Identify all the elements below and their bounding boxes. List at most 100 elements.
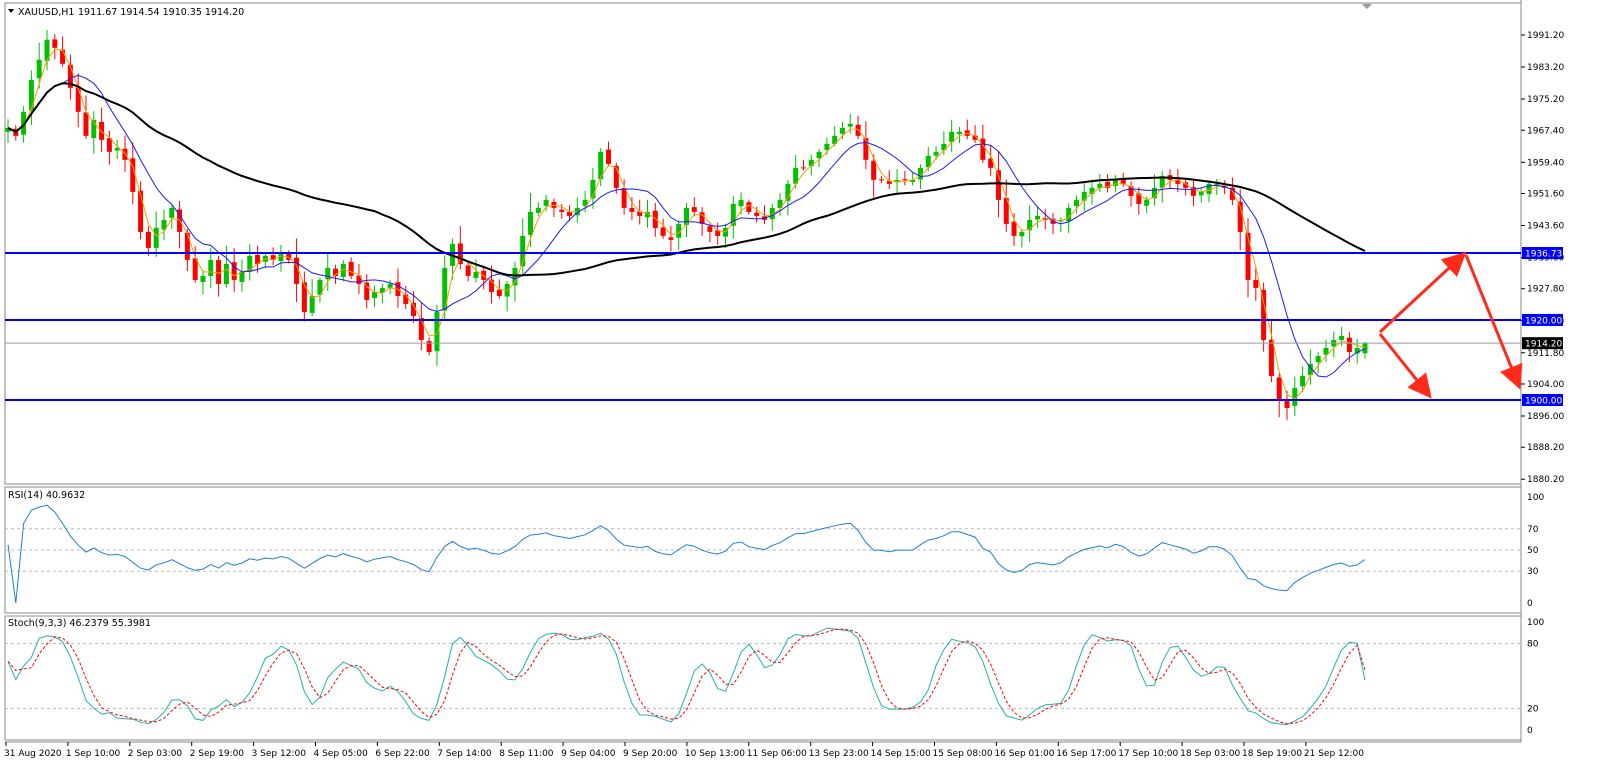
candle-body <box>668 237 674 240</box>
candle-body <box>824 143 830 150</box>
time-tick-label: 2 Sep 19:00 <box>190 749 245 759</box>
candle-body <box>418 317 424 340</box>
candle-body <box>956 131 962 135</box>
time-tick-label: 18 Sep 03:00 <box>1180 749 1240 759</box>
candle-body <box>800 167 806 169</box>
stoch-label: Stoch(9,3,3) 46.2379 55.3981 <box>8 618 151 629</box>
candle-body <box>652 210 658 228</box>
candle-body <box>528 211 534 235</box>
rsi-tick-label: 100 <box>1527 493 1544 503</box>
candle-body <box>535 207 541 213</box>
candle-body <box>1315 355 1321 363</box>
candle-body <box>1339 335 1345 341</box>
time-tick-label: 31 Aug 2020 <box>4 749 62 759</box>
price-tick-label: 1983.20 <box>1527 63 1564 73</box>
candle-body <box>559 209 565 212</box>
candle-body <box>75 87 81 112</box>
price-tick-label: 1959.40 <box>1527 158 1564 168</box>
time-tick-label: 9 Sep 20:00 <box>623 749 678 759</box>
time-tick-label: 15 Sep 08:00 <box>933 749 993 759</box>
candle-body <box>746 202 752 212</box>
candle-body <box>1300 375 1306 387</box>
candle-body <box>36 59 42 79</box>
candle-body <box>878 179 884 181</box>
candle-body <box>785 183 791 201</box>
rsi-label: RSI(14) 40.9632 <box>8 490 85 501</box>
candle-body <box>839 127 845 134</box>
level-price-label: 1900.00 <box>1525 397 1562 407</box>
candle-body <box>122 148 128 160</box>
candle-body <box>309 295 315 313</box>
level-price-label: 1920.00 <box>1525 316 1562 326</box>
time-tick-label: 21 Sep 12:00 <box>1304 749 1364 759</box>
candle-body <box>153 227 159 248</box>
candle-body <box>863 138 869 160</box>
chart-canvas[interactable]: XAUUSD,H1 1911.67 1914.54 1910.35 1914.20… <box>0 0 1619 784</box>
price-tick-label: 1951.60 <box>1527 189 1564 199</box>
candle-body <box>660 227 666 236</box>
candle-body <box>52 39 58 48</box>
candle-body <box>902 179 908 181</box>
time-tick-label: 16 Sep 17:00 <box>1056 749 1116 759</box>
time-tick-label: 16 Sep 01:00 <box>994 749 1054 759</box>
price-tick-label: 1975.20 <box>1527 95 1564 105</box>
candle-body <box>60 49 66 64</box>
time-tick-label: 18 Sep 19:00 <box>1242 749 1302 759</box>
symbol-label: XAUUSD,H1 <box>18 7 74 18</box>
candle-body <box>106 138 112 152</box>
level-price-label: 1936.73 <box>1525 250 1562 260</box>
candle-body <box>1276 377 1282 400</box>
rsi-tick-label: 50 <box>1527 546 1539 556</box>
ohlc-readout: 1911.67 1914.54 1910.35 1914.20 <box>78 7 244 18</box>
candle-body <box>1253 279 1259 288</box>
candle-body <box>691 207 697 212</box>
candle-body <box>1011 221 1017 236</box>
candle-body <box>208 259 214 277</box>
candle-body <box>933 151 939 156</box>
time-tick-label: 8 Sep 11:00 <box>499 749 554 759</box>
candle-body <box>465 265 471 276</box>
candle-body <box>1066 207 1072 222</box>
candle-body <box>871 160 877 180</box>
time-tick-label: 13 Sep 23:00 <box>809 749 869 759</box>
candle-body <box>372 291 378 299</box>
candle-body <box>1034 215 1040 220</box>
candle-body <box>754 212 760 216</box>
price-tick-label: 1991.20 <box>1527 31 1564 41</box>
current-price-label: 1914.20 <box>1525 340 1562 350</box>
candle-body <box>364 282 370 300</box>
candle-body <box>1245 232 1251 280</box>
stoch-tick-label: 100 <box>1527 618 1544 628</box>
candle-body <box>223 263 229 285</box>
candle-body <box>99 121 105 140</box>
candle-body <box>1128 186 1134 196</box>
price-tick-label: 1911.80 <box>1527 349 1564 359</box>
candle-body <box>980 138 986 160</box>
time-tick-label: 3 Sep 12:00 <box>252 749 307 759</box>
candle-body <box>847 123 853 127</box>
candle-body <box>1261 289 1267 340</box>
candle-body <box>434 311 440 352</box>
candle-body <box>473 271 479 278</box>
candle-body <box>325 267 331 280</box>
candle-body <box>567 211 573 216</box>
candle-body <box>403 294 409 304</box>
time-tick-label: 2 Sep 03:00 <box>128 749 183 759</box>
time-tick-label: 17 Sep 10:00 <box>1118 749 1178 759</box>
candle-body <box>1346 337 1352 352</box>
candle-body <box>816 151 822 159</box>
candle-body <box>145 231 151 248</box>
candle-body <box>1019 231 1025 237</box>
candle-body <box>707 226 713 232</box>
candle-body <box>738 199 744 207</box>
candle-body <box>1284 399 1290 409</box>
rsi-tick-label: 30 <box>1527 567 1539 577</box>
candle-body <box>83 112 89 136</box>
price-tick-label: 1927.80 <box>1527 285 1564 295</box>
time-tick-label: 10 Sep 13:00 <box>685 749 745 759</box>
candle-body <box>239 271 245 282</box>
candle-body <box>606 149 612 164</box>
candle-body <box>543 199 549 206</box>
candle-body <box>1362 343 1368 354</box>
candle-body <box>1198 191 1204 196</box>
